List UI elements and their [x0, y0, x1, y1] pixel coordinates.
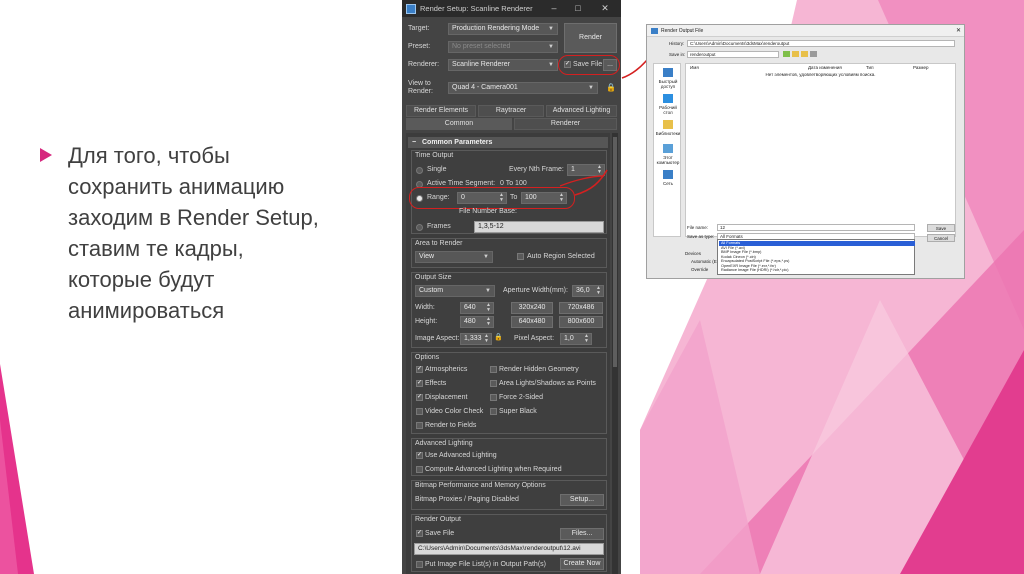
render-output-file-dialog: Render Output File ✕ History: C:\Users\A… — [646, 24, 965, 279]
nav-this-pc[interactable]: Этот компьютер — [654, 155, 682, 165]
override-radio-label[interactable]: Override — [691, 267, 708, 272]
history-dropdown[interactable]: C:\Users\Admin\Documents\3dsMax\renderou… — [687, 40, 955, 47]
column-type[interactable]: Тип — [866, 65, 874, 70]
places-sidebar: Быстрый доступ Рабочий стол Библиотеки Э… — [653, 63, 681, 237]
network-icon[interactable] — [663, 170, 673, 179]
computer-icon[interactable] — [663, 144, 673, 153]
file-list[interactable]: Имя Дата изменения Тип Размер Нет элемен… — [685, 63, 956, 237]
file-name-input[interactable]: 12 — [717, 224, 915, 231]
new-folder-icon[interactable] — [801, 51, 808, 57]
save-in-dropdown[interactable]: renderoutput — [687, 51, 779, 58]
dialog-titlebar[interactable]: Render Output File ✕ — [647, 25, 964, 37]
cancel-button[interactable]: Cancel — [927, 234, 955, 242]
column-size[interactable]: Размер — [913, 65, 928, 70]
dialog-title: Render Output File — [661, 28, 704, 34]
save-button[interactable]: Save — [927, 224, 955, 232]
arrow-to-every-nth — [559, 175, 605, 187]
history-label: History: — [669, 41, 685, 46]
file-type-dropdown-list[interactable]: All Formats AVI File (*.avi) BMP Image F… — [717, 239, 915, 275]
file-type-option[interactable]: Radiance Image File (HDRI) (*.hdr,*.pic) — [719, 268, 915, 273]
arrow-from-range — [574, 169, 608, 196]
folder-up-icon[interactable] — [792, 51, 799, 57]
back-icon[interactable] — [783, 51, 790, 57]
close-icon[interactable]: ✕ — [956, 27, 961, 34]
nav-quick-access[interactable]: Быстрый доступ — [654, 79, 682, 89]
file-name-label: File name: — [687, 225, 709, 230]
save-as-type-label: Save as type: — [687, 234, 715, 239]
empty-list-message: Нет элементов, удовлетворяющих условиям … — [765, 72, 876, 77]
libraries-icon[interactable] — [663, 120, 673, 129]
view-menu-icon[interactable] — [810, 51, 817, 57]
column-date-modified[interactable]: Дата изменения — [808, 65, 842, 70]
nav-desktop[interactable]: Рабочий стол — [654, 105, 682, 115]
save-in-label: Save in: — [669, 52, 686, 57]
quick-access-icon[interactable] — [663, 68, 673, 77]
app-icon — [651, 28, 658, 34]
devices-label: Devices — [685, 251, 702, 256]
column-name[interactable]: Имя — [690, 65, 699, 70]
nav-network[interactable]: Сеть — [654, 181, 682, 186]
nav-libraries[interactable]: Библиотеки — [654, 131, 682, 136]
desktop-icon[interactable] — [663, 94, 673, 103]
